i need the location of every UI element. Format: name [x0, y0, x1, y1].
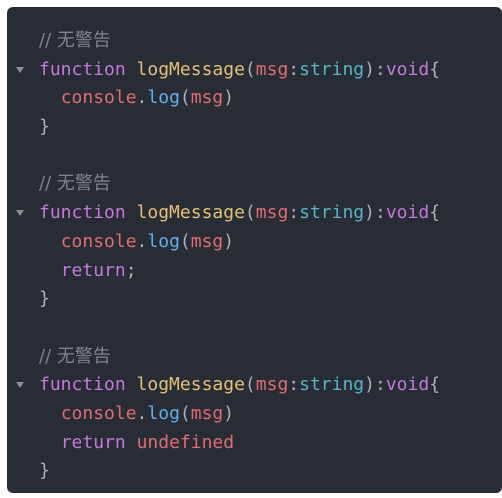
function-name: logMessage [136, 202, 245, 224]
function-name: logMessage [136, 58, 245, 80]
parameter-type: string [299, 58, 365, 80]
code-line: function logMessage(msg:string):void{ [7, 371, 502, 400]
code-line: // 无警告 [7, 343, 502, 372]
return-type: void [385, 374, 430, 396]
code-line: } [39, 116, 50, 138]
code-line: console.log(msg) [60, 402, 235, 424]
console-object: console [60, 230, 137, 252]
fold-toggle-icon[interactable] [16, 66, 24, 73]
keyword-function: function [39, 202, 126, 224]
parameter-name: msg [255, 58, 289, 80]
code-line: // 无警告 [7, 170, 502, 199]
console-object: console [60, 402, 137, 424]
return-type: void [385, 202, 430, 224]
function-name: logMessage [136, 374, 245, 396]
code-comment: // 无警告 [39, 173, 111, 195]
code-line: console.log(msg) [60, 87, 235, 109]
code-line: function logMessage(msg:string):void{ [7, 56, 502, 85]
keyword-function: function [39, 58, 126, 80]
code-line: return; [60, 259, 137, 281]
call-argument: msg [190, 402, 224, 424]
log-method: log [147, 87, 180, 109]
parameter-type: string [299, 202, 365, 224]
code-line: } [39, 460, 50, 482]
code-line: return undefined [7, 429, 502, 458]
return-type: void [385, 58, 430, 80]
return-keyword: return [60, 431, 126, 453]
code-line: console.log(msg) [60, 230, 235, 252]
code-line: // 无警告 [7, 27, 502, 56]
log-method: log [147, 402, 180, 424]
code-editor: // 无警告 function logMessage(msg:string):v… [7, 7, 502, 493]
fold-toggle-icon[interactable] [16, 210, 24, 217]
call-argument: msg [190, 87, 224, 109]
code-lines: // 无警告 function logMessage(msg:string):v… [7, 27, 502, 486]
parameter-type: string [299, 374, 365, 396]
return-keyword: return [60, 259, 126, 281]
undefined-value: undefined [136, 431, 235, 453]
code-comment: // 无警告 [39, 345, 111, 367]
log-method: log [147, 230, 180, 252]
keyword-function: function [39, 374, 126, 396]
parameter-name: msg [255, 374, 289, 396]
fold-toggle-icon[interactable] [16, 382, 24, 389]
call-argument: msg [190, 230, 224, 252]
parameter-name: msg [255, 202, 289, 224]
code-line: } [39, 288, 50, 310]
code-comment: // 无警告 [39, 30, 111, 51]
code-line: function logMessage(msg:string):void{ [7, 199, 502, 228]
console-object: console [60, 87, 137, 109]
